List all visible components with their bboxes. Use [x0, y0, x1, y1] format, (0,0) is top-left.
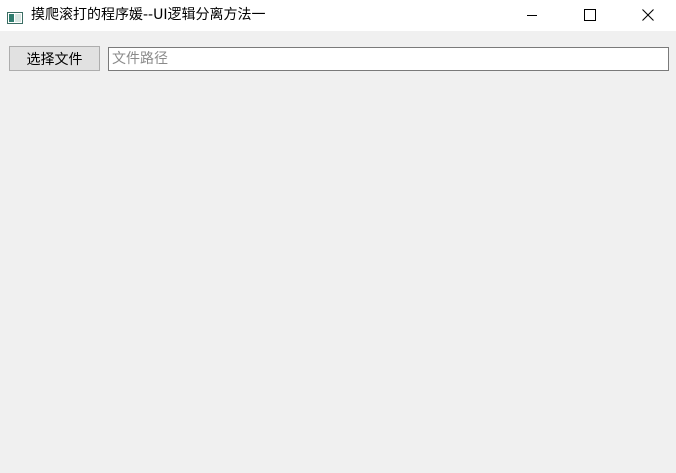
window-title: 摸爬滚打的程序媛--UI逻辑分离方法一 — [31, 7, 266, 23]
close-icon — [642, 6, 654, 25]
title-bar[interactable]: 摸爬滚打的程序媛--UI逻辑分离方法一 — [0, 0, 676, 31]
content-area: 选择文件 — [0, 31, 676, 473]
select-file-button[interactable]: 选择文件 — [9, 46, 100, 71]
minimize-button[interactable] — [503, 0, 561, 31]
main-window: 摸爬滚打的程序媛--UI逻辑分离方法一 选择文件 文件路径 — [0, 0, 676, 473]
file-path-input[interactable] — [108, 47, 669, 71]
close-button[interactable] — [619, 0, 676, 31]
maximize-button[interactable] — [561, 0, 619, 31]
maximize-icon — [584, 6, 596, 25]
minimize-icon — [526, 6, 538, 25]
app-window-icon — [7, 9, 23, 24]
